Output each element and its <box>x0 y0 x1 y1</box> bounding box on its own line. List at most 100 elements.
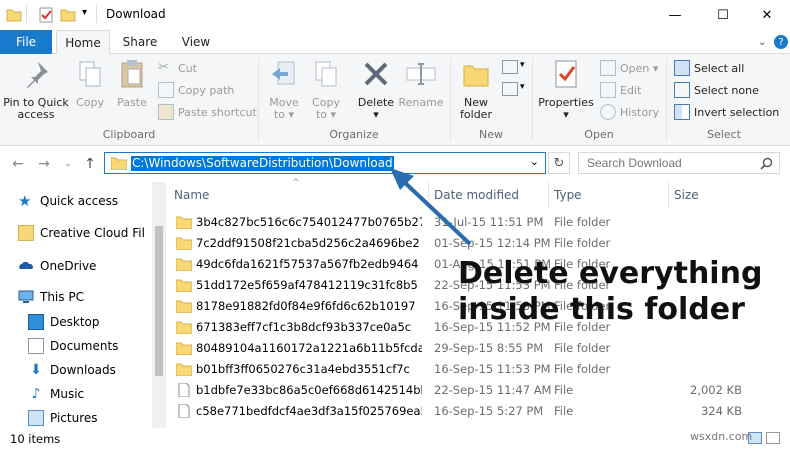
maximize-button[interactable]: ☐ <box>700 0 746 30</box>
tab-file[interactable]: File <box>0 30 52 54</box>
delete-button[interactable]: Delete ▾ <box>356 58 396 121</box>
nav-label: This PC <box>40 290 84 304</box>
minimize-button[interactable]: — <box>652 0 698 30</box>
close-button[interactable]: ✕ <box>744 0 790 30</box>
paste-shortcut-label: Paste shortcut <box>178 105 257 119</box>
column-divider[interactable] <box>548 182 549 208</box>
column-size[interactable]: Size <box>674 188 699 202</box>
nav-documents[interactable]: Documents <box>28 335 118 357</box>
documents-icon <box>28 338 44 354</box>
move-to-button[interactable]: Move to ▾ <box>264 58 304 121</box>
expand-ribbon-icon[interactable]: ⌄ <box>758 37 766 48</box>
rename-button[interactable]: Rename <box>398 58 444 109</box>
annotation-line2: inside this folder <box>458 292 745 327</box>
select-all-button[interactable]: Select all <box>674 58 744 78</box>
column-type[interactable]: Type <box>554 188 582 202</box>
table-row[interactable]: c58e771bedfdcf4ae3df3a15f025769ea533... … <box>166 401 790 422</box>
search-box[interactable] <box>578 152 780 174</box>
address-path[interactable]: C:\Windows\SoftwareDistribution\Download <box>131 156 394 171</box>
nav-quick-access[interactable]: ★ Quick access <box>18 190 118 212</box>
customize-quick-access-icon[interactable]: ▾ <box>82 7 87 18</box>
folder-icon <box>176 321 192 334</box>
cut-button[interactable]: ✂ Cut <box>158 58 197 78</box>
nav-onedrive[interactable]: OneDrive <box>18 255 96 277</box>
folder-icon <box>176 216 192 229</box>
copy-to-button[interactable]: Copy to ▾ <box>306 58 346 121</box>
copy-button[interactable]: Copy <box>72 58 108 109</box>
new-folder-icon[interactable] <box>60 7 76 23</box>
scissors-icon: ✂ <box>158 60 169 75</box>
nav-this-pc[interactable]: This PC <box>18 286 84 308</box>
back-arrow-icon[interactable]: ← <box>8 154 28 174</box>
select-none-button[interactable]: Select none <box>674 80 759 100</box>
address-dropdown-icon[interactable]: ⌄ <box>530 155 539 168</box>
edit-button[interactable]: Edit <box>600 80 641 100</box>
open-button[interactable]: Open ▾ <box>600 58 658 78</box>
search-icon[interactable] <box>760 157 773 170</box>
nav-creative-cloud[interactable]: Creative Cloud Fil <box>18 222 145 244</box>
window-title: Download <box>106 7 166 21</box>
delete-label2: ▾ <box>373 108 379 121</box>
forward-arrow-icon[interactable]: → <box>34 154 54 174</box>
tab-share[interactable]: Share <box>114 30 166 54</box>
nav-pictures[interactable]: Pictures <box>28 407 98 428</box>
invert-selection-label: Invert selection <box>694 105 780 119</box>
nav-label: Pictures <box>50 411 98 425</box>
column-name[interactable]: Name <box>174 188 209 202</box>
divider <box>26 5 27 23</box>
new-item-icon[interactable] <box>502 60 518 74</box>
table-row[interactable]: 80489104a1160172a1221a6b11b5fcda 29-Sep-… <box>166 338 790 359</box>
nav-desktop[interactable]: Desktop <box>28 311 100 333</box>
new-item-dropdown-icon[interactable]: ▾ <box>520 60 525 70</box>
refresh-icon[interactable]: ↻ <box>548 152 570 174</box>
folder-icon <box>6 9 22 22</box>
select-all-icon <box>674 60 690 76</box>
open-label: Open ▾ <box>620 61 659 75</box>
file-type: File folder <box>554 215 611 229</box>
recent-locations-icon[interactable]: ⌄ <box>58 154 78 174</box>
large-icons-view-icon[interactable] <box>766 432 780 444</box>
file-name: 49dc6fda1621f57537a567fb2edb9464 <box>196 257 419 271</box>
scrollbar-thumb[interactable] <box>155 226 163 376</box>
tab-home[interactable]: Home <box>56 30 110 55</box>
nav-scrollbar[interactable] <box>152 182 166 428</box>
rename-label: Rename <box>398 96 444 109</box>
pin-label-line2: access <box>17 108 55 121</box>
sort-ascending-icon: ^ <box>292 178 300 188</box>
select-none-label: Select none <box>694 83 759 97</box>
table-row[interactable]: b01bff3ff0650276c31a4ebd3551cf7c 16-Sep-… <box>166 359 790 380</box>
invert-selection-button[interactable]: Invert selection <box>674 102 779 122</box>
history-button[interactable]: History <box>600 102 659 122</box>
nav-music[interactable]: ♪ Music <box>28 383 85 405</box>
column-divider[interactable] <box>668 182 669 208</box>
easy-access-dropdown-icon[interactable]: ▾ <box>520 82 525 92</box>
properties-icon[interactable] <box>38 7 54 23</box>
watermark: wsxdn.com <box>690 430 753 443</box>
tab-view[interactable]: View <box>170 30 222 54</box>
copy-path-button[interactable]: Copy path <box>158 80 234 100</box>
new-folder-button[interactable]: New folder <box>454 58 498 121</box>
ribbon-tabs: File Home Share View ⌄ ? <box>0 30 790 55</box>
file-type: File folder <box>554 362 611 376</box>
copy-to-label2: to ▾ <box>315 108 337 121</box>
nav-label: Music <box>50 387 85 401</box>
table-row[interactable]: b1dbfe7e33bc86a5c0ef668d6142514bb0b... 2… <box>166 380 790 401</box>
easy-access-icon[interactable] <box>502 82 518 96</box>
nav-label: Desktop <box>50 315 100 329</box>
up-arrow-icon[interactable]: ↑ <box>80 154 100 174</box>
pin-to-quick-access-button[interactable]: Pin to Quick access <box>2 58 70 121</box>
select-all-label: Select all <box>694 61 745 75</box>
nav-downloads[interactable]: ⬇ Downloads <box>28 359 116 381</box>
paste-button[interactable]: Paste <box>112 58 152 109</box>
paste-shortcut-button[interactable]: Paste shortcut <box>158 102 257 122</box>
edit-icon <box>600 82 616 98</box>
rename-icon <box>406 63 436 85</box>
search-input[interactable] <box>587 156 747 170</box>
file-name: c58e771bedfdcf4ae3df3a15f025769ea533... <box>196 404 422 418</box>
file-name: b01bff3ff0650276c31a4ebd3551cf7c <box>196 362 410 376</box>
properties-button[interactable]: Properties ▾ <box>536 58 596 121</box>
help-button[interactable]: ? <box>774 35 788 49</box>
open-group-label: Open <box>584 128 614 141</box>
file-date: 16-Sep-15 5:27 PM <box>434 404 544 418</box>
star-icon: ★ <box>18 192 32 210</box>
